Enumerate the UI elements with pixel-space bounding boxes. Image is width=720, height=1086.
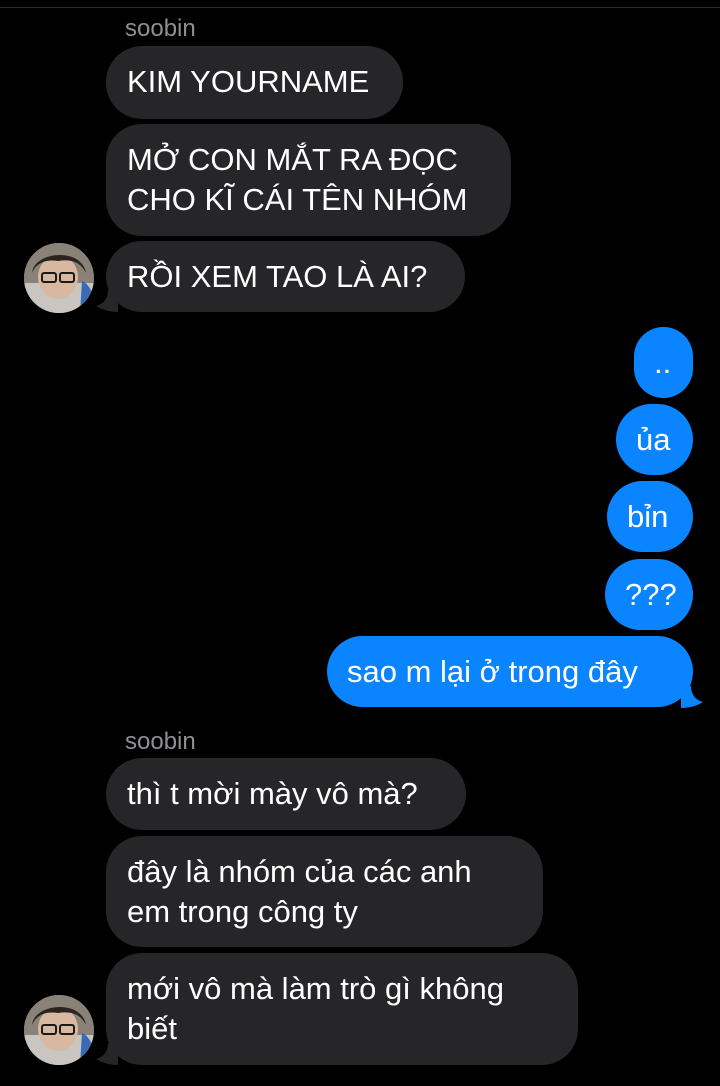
incoming-bubble-tail [96,1043,118,1065]
sender-name: soobin [125,15,196,42]
outgoing-message[interactable]: bỉn [607,481,693,552]
avatar[interactable] [24,995,94,1065]
incoming-message[interactable]: KIM YOURNAME [106,46,403,119]
outgoing-bubble-tail [681,686,703,708]
outgoing-message[interactable]: sao m lại ở trong đây [327,636,693,707]
avatar[interactable] [24,243,94,313]
incoming-message[interactable]: RỒI XEM TAO LÀ AI? [106,241,465,312]
profile-photo-icon [24,243,94,313]
incoming-message[interactable]: MỞ CON MẮT RA ĐỌC CHO KĨ CÁI TÊN NHÓM [106,124,511,236]
outgoing-message[interactable]: ủa [616,404,693,475]
incoming-message[interactable]: thì t mời mày vô mà? [106,758,466,830]
profile-photo-icon [24,995,94,1065]
outgoing-message[interactable]: ??? [605,559,693,630]
top-divider [0,0,720,8]
incoming-bubble-tail [96,290,118,312]
sender-name: soobin [125,728,196,755]
incoming-message[interactable]: mới vô mà làm trò gì không biết [106,953,578,1065]
incoming-message[interactable]: đây là nhóm của các anh em trong công ty [106,836,543,947]
outgoing-message[interactable]: .. [634,327,693,398]
